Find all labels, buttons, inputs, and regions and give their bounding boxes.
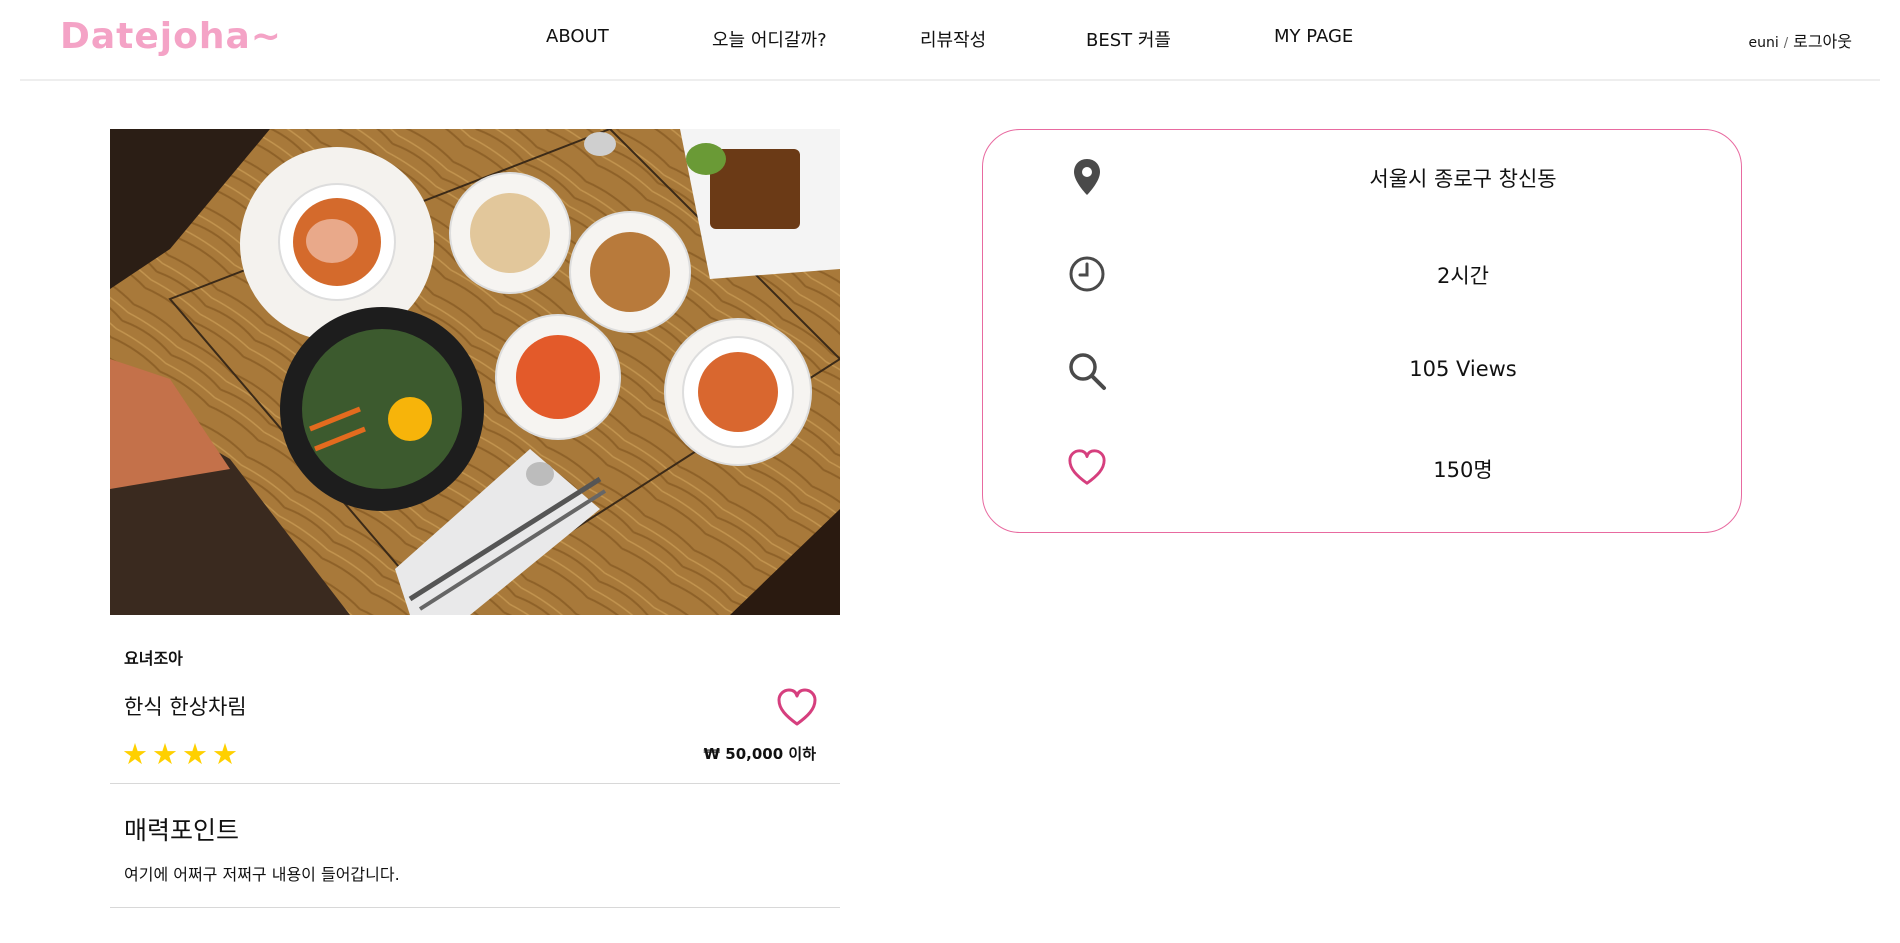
- duration-text: 2시간: [1436, 264, 1489, 288]
- logo[interactable]: Datejoha~: [60, 16, 282, 57]
- search-icon: [1067, 351, 1107, 391]
- rating-stars: ★★★★: [122, 737, 242, 771]
- nav-about[interactable]: ABOUT: [546, 26, 609, 47]
- heart-icon: [1067, 448, 1107, 488]
- views-text: 105 Views: [1409, 357, 1517, 381]
- top-header: Datejoha~ ABOUT 오늘 어디갈까? 리뷰작성 BEST 커플 MY…: [20, 0, 1880, 81]
- attraction-title: 매력포인트: [124, 816, 240, 845]
- food-photo: [110, 129, 840, 615]
- price-range: ₩ 50,000 이하: [703, 745, 816, 763]
- divider: [110, 907, 840, 908]
- divider: [110, 783, 840, 784]
- info-likes: 150명: [983, 438, 1743, 498]
- username: euni: [1748, 35, 1779, 51]
- info-views: 105 Views: [983, 341, 1743, 401]
- info-card: 서울시 종로구 창신동 2시간 105 Views 150명: [982, 129, 1742, 533]
- nav-best-couple[interactable]: BEST 커플: [1086, 26, 1171, 52]
- place-title: 한식 한상차림: [124, 695, 247, 719]
- location-text: 서울시 종로구 창신동: [1369, 167, 1557, 191]
- info-duration: 2시간: [983, 244, 1743, 304]
- likes-text: 150명: [1433, 458, 1493, 482]
- nav-my-page[interactable]: MY PAGE: [1274, 26, 1353, 47]
- nav-where-to-go[interactable]: 오늘 어디갈까?: [712, 26, 827, 52]
- location-pin-icon: [1067, 157, 1107, 197]
- nav-write-review[interactable]: 리뷰작성: [920, 26, 986, 52]
- info-location: 서울시 종로구 창신동: [983, 147, 1743, 207]
- user-separator: /: [1783, 36, 1789, 51]
- place-label: 요녀조아: [124, 649, 183, 668]
- attraction-text: 여기에 어쩌구 저쩌구 내용이 들어갑니다.: [124, 865, 400, 884]
- user-area: euni / 로그아웃: [1748, 28, 1852, 52]
- clock-icon: [1067, 254, 1107, 294]
- logout-link[interactable]: 로그아웃: [1793, 32, 1852, 51]
- like-heart-icon[interactable]: [776, 688, 818, 728]
